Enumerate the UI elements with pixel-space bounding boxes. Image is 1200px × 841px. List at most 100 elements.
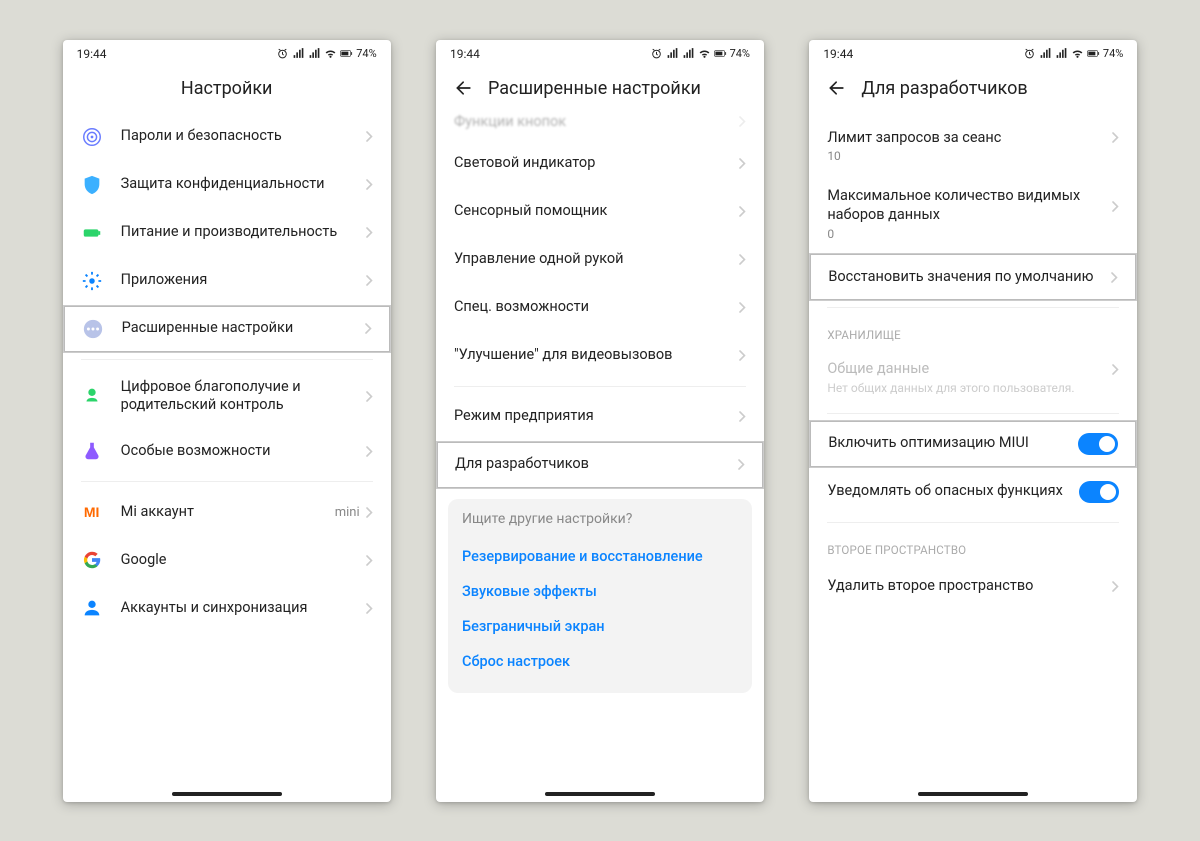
page-title: Настройки [181, 78, 273, 99]
row-danger-notifications[interactable]: Уведомлять об опасных функциях [809, 468, 1137, 516]
back-icon[interactable] [827, 78, 847, 98]
row-label: Управление одной рукой [454, 250, 739, 269]
row-sublabel: Нет общих данных для этого пользователя. [827, 381, 1119, 395]
battery-percent: 74% [1103, 47, 1123, 60]
row-special[interactable]: Особые возможности [63, 427, 391, 475]
row-label: Лимит запросов за сеанс [827, 129, 1112, 148]
divider [827, 522, 1119, 523]
chevron-icon [739, 350, 746, 361]
row-accounts[interactable]: Аккаунты и синхронизация [63, 584, 391, 632]
row-label: Режим предприятия [454, 407, 739, 426]
shield-icon [81, 174, 103, 196]
row-accessibility[interactable]: Спец. возможности [436, 284, 764, 332]
row-sensor[interactable]: Сенсорный помощник [436, 188, 764, 236]
divider [827, 307, 1119, 308]
alarm-icon [1023, 47, 1036, 60]
signal-icon-2 [308, 47, 321, 60]
chevron-icon [366, 391, 373, 402]
link-backup[interactable]: Резервирование и восстановление [462, 539, 738, 574]
chevron-icon [739, 158, 746, 169]
row-label: Максимальное количество видимых наборов … [827, 187, 1112, 225]
settings-list: Пароли и безопасность Защита конфиденциа… [63, 113, 391, 802]
divider [827, 413, 1119, 414]
nav-indicator[interactable] [172, 792, 282, 796]
row-value: 10 [827, 149, 1119, 163]
link-sound[interactable]: Звуковые эффекты [462, 574, 738, 609]
row-label: Цифровое благополучие и родительский кон… [121, 378, 366, 416]
chevron-icon [1112, 364, 1119, 375]
divider [81, 481, 373, 482]
row-restore-defaults[interactable]: Восстановить значения по умолчанию [809, 253, 1137, 301]
row-label: Удалить второе пространство [827, 577, 1112, 596]
row-label: Световой индикатор [454, 154, 739, 173]
row-onehand[interactable]: Управление одной рукой [436, 236, 764, 284]
row-cut-off[interactable]: Функции кнопок [436, 113, 764, 140]
toggle-switch[interactable] [1079, 481, 1119, 503]
row-developer[interactable]: Для разработчиков [436, 441, 764, 489]
battery-percent: 74% [356, 47, 376, 60]
chevron-icon [366, 555, 373, 566]
row-power[interactable]: Питание и производительность [63, 209, 391, 257]
chevron-icon [739, 206, 746, 217]
page-title: Расширенные настройки [488, 78, 701, 99]
wifi-icon [698, 47, 711, 60]
status-bar: 19:44 74% [63, 40, 391, 68]
signal-icon [666, 47, 679, 60]
row-passwords[interactable]: Пароли и безопасность [63, 113, 391, 161]
developer-options-screen: 19:44 74% Для разработчиков Лимит запрос… [809, 40, 1137, 802]
row-label: Приложения [121, 271, 366, 290]
row-advanced[interactable]: Расширенные настройки [63, 305, 391, 353]
nav-indicator[interactable] [918, 792, 1028, 796]
row-label: Уведомлять об опасных функциях [827, 482, 1079, 501]
link-fullscreen[interactable]: Безграничный экран [462, 609, 738, 644]
row-label: Включить оптимизацию MIUI [828, 434, 1078, 453]
row-led[interactable]: Световой индикатор [436, 140, 764, 188]
heart-icon [81, 385, 103, 407]
row-enterprise[interactable]: Режим предприятия [436, 393, 764, 441]
row-label: Для разработчиков [455, 455, 738, 474]
row-videocall[interactable]: "Улучшение" для видеовызовов [436, 332, 764, 380]
chevron-icon [366, 603, 373, 614]
row-delete-second-space[interactable]: Удалить второе пространство [809, 563, 1137, 611]
chevron-icon [1112, 132, 1119, 143]
chevron-icon [366, 131, 373, 142]
alarm-icon [276, 47, 289, 60]
row-label: Аккаунты и синхронизация [121, 599, 366, 618]
status-icons: 74% [650, 47, 750, 60]
chevron-icon [1112, 201, 1119, 212]
mi-logo-icon: MI [81, 501, 103, 523]
row-google[interactable]: Google [63, 536, 391, 584]
row-value: 0 [827, 227, 1119, 241]
row-miui-optimization[interactable]: Включить оптимизацию MIUI [809, 420, 1137, 468]
fingerprint-icon [81, 126, 103, 148]
chevron-icon [739, 411, 746, 422]
search-suggestions: Ищите другие настройки? Резервирование и… [448, 499, 752, 693]
battery-icon [1087, 47, 1100, 60]
nav-indicator[interactable] [545, 792, 655, 796]
battery-percent: 74% [730, 47, 750, 60]
back-icon[interactable] [454, 78, 474, 98]
header: Настройки [63, 68, 391, 113]
status-bar: 19:44 74% [809, 40, 1137, 68]
advanced-settings-screen: 19:44 74% Расширенные настройки Функции … [436, 40, 764, 802]
chevron-icon [366, 446, 373, 457]
row-request-limit[interactable]: Лимит запросов за сеанс 10 [809, 113, 1137, 176]
row-label: Защита конфиденциальности [121, 175, 366, 194]
link-reset[interactable]: Сброс настроек [462, 644, 738, 679]
row-label: Общие данные [827, 360, 1112, 379]
signal-icon-2 [1055, 47, 1068, 60]
row-mi-account[interactable]: MI Mi аккаунт mini [63, 488, 391, 536]
header: Для разработчиков [809, 68, 1137, 113]
row-max-datasets[interactable]: Максимальное количество видимых наборов … [809, 175, 1137, 253]
row-apps[interactable]: Приложения [63, 257, 391, 305]
status-time: 19:44 [823, 47, 853, 61]
row-privacy[interactable]: Защита конфиденциальности [63, 161, 391, 209]
row-wellbeing[interactable]: Цифровое благополучие и родительский кон… [63, 366, 391, 428]
wifi-icon [1071, 47, 1084, 60]
page-title: Для разработчиков [861, 78, 1027, 99]
signal-icon [292, 47, 305, 60]
divider [81, 359, 373, 360]
divider [454, 386, 746, 387]
gear-icon [81, 270, 103, 292]
toggle-switch[interactable] [1078, 433, 1118, 455]
